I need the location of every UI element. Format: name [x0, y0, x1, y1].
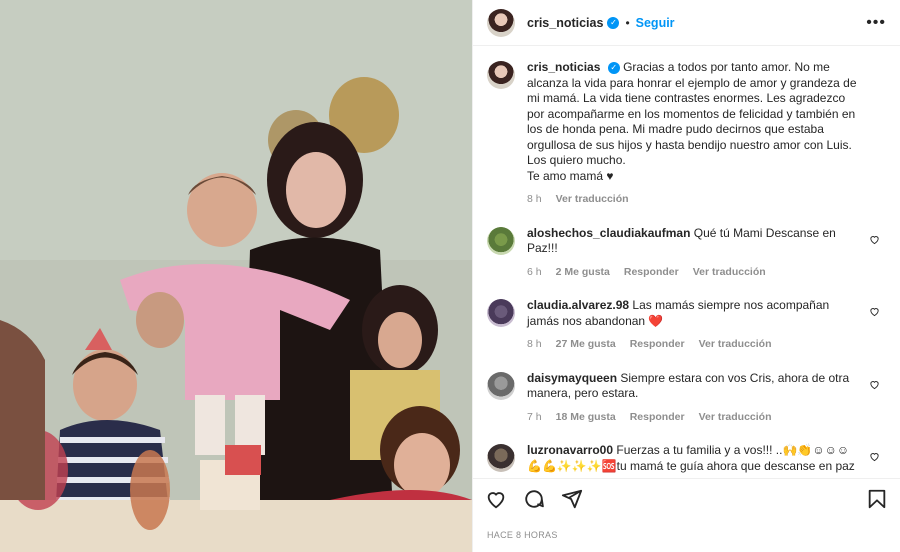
verified-badge-icon: ✓ — [607, 61, 620, 74]
caption-line: Los quiero mucho. — [527, 153, 626, 167]
commenter-avatar[interactable] — [487, 226, 515, 255]
family-photo-illustration — [0, 0, 472, 552]
comment-time[interactable]: 8 h — [527, 337, 542, 353]
more-options-icon[interactable]: ••• — [866, 14, 886, 32]
comment-item: luzronavarro00 Fuerzas a tu familia y a … — [487, 443, 886, 474]
heart-icon[interactable] — [869, 234, 880, 245]
see-translation-button[interactable]: Ver traducción — [699, 337, 772, 353]
commenter-avatar[interactable] — [487, 444, 515, 472]
post-header: cris_noticias ✓ • Seguir ••• — [473, 0, 900, 46]
see-translation-button[interactable]: Ver traducción — [699, 410, 772, 426]
commenter-avatar[interactable] — [487, 299, 515, 327]
caption-username[interactable]: cris_noticias — [527, 60, 600, 74]
share-icon[interactable] — [561, 488, 583, 510]
heart-icon[interactable] — [869, 306, 880, 317]
heart-icon[interactable] — [869, 451, 880, 462]
post-actions-bar — [473, 478, 900, 518]
author-avatar[interactable] — [487, 8, 515, 37]
comment-time[interactable]: 6 h — [527, 265, 542, 281]
author-username[interactable]: cris_noticias — [527, 16, 603, 30]
reply-button[interactable]: Responder — [630, 337, 685, 353]
follow-button[interactable]: Seguir — [636, 16, 675, 30]
comment-time[interactable]: 7 h — [527, 410, 542, 426]
comment-likes[interactable]: 27 Me gusta — [556, 337, 616, 353]
comment-username[interactable]: aloshechos_claudiakaufman — [527, 226, 690, 240]
comment-icon[interactable] — [523, 488, 545, 510]
author-avatar[interactable] — [487, 61, 515, 89]
reply-button[interactable]: Responder — [630, 410, 685, 426]
comment-likes[interactable]: 18 Me gusta — [556, 410, 616, 426]
caption-time[interactable]: 8 h — [527, 192, 542, 208]
reply-button[interactable]: Responder — [624, 265, 679, 281]
comment-item: aloshechos_claudiakaufman Qué tú Mami De… — [487, 226, 886, 281]
heart-icon[interactable] — [485, 488, 507, 510]
commenter-avatar[interactable] — [487, 371, 515, 400]
comment-likes[interactable]: 2 Me gusta — [556, 265, 610, 281]
post-photo[interactable] — [0, 0, 472, 552]
see-translation-button[interactable]: Ver traducción — [693, 265, 766, 281]
heart-icon[interactable] — [869, 379, 880, 390]
see-translation-button[interactable]: Ver traducción — [556, 192, 629, 208]
bookmark-icon[interactable] — [866, 488, 888, 510]
comment-item: claudia.alvarez.98 Las mamás siempre nos… — [487, 298, 886, 353]
caption: cris_noticias ✓ Gracias a todos por tant… — [487, 60, 886, 208]
verified-badge-icon: ✓ — [607, 16, 620, 29]
post-timestamp[interactable]: HACE 8 HORAS — [473, 518, 900, 552]
comment-username[interactable]: daisymayqueen — [527, 371, 617, 385]
caption-line: Te amo mamá ♥ — [527, 168, 614, 183]
post-side-panel: cris_noticias ✓ • Seguir ••• cris_notici… — [472, 0, 900, 552]
separator-dot: • — [625, 15, 630, 30]
comment-username[interactable]: claudia.alvarez.98 — [527, 298, 629, 312]
comment-username[interactable]: luzronavarro00 — [527, 443, 613, 457]
post-modal: cris_noticias ✓ • Seguir ••• cris_notici… — [0, 0, 900, 552]
comments-list[interactable]: cris_noticias ✓ Gracias a todos por tant… — [473, 46, 900, 478]
comment-item: daisymayqueen Siempre estara con vos Cri… — [487, 371, 886, 426]
